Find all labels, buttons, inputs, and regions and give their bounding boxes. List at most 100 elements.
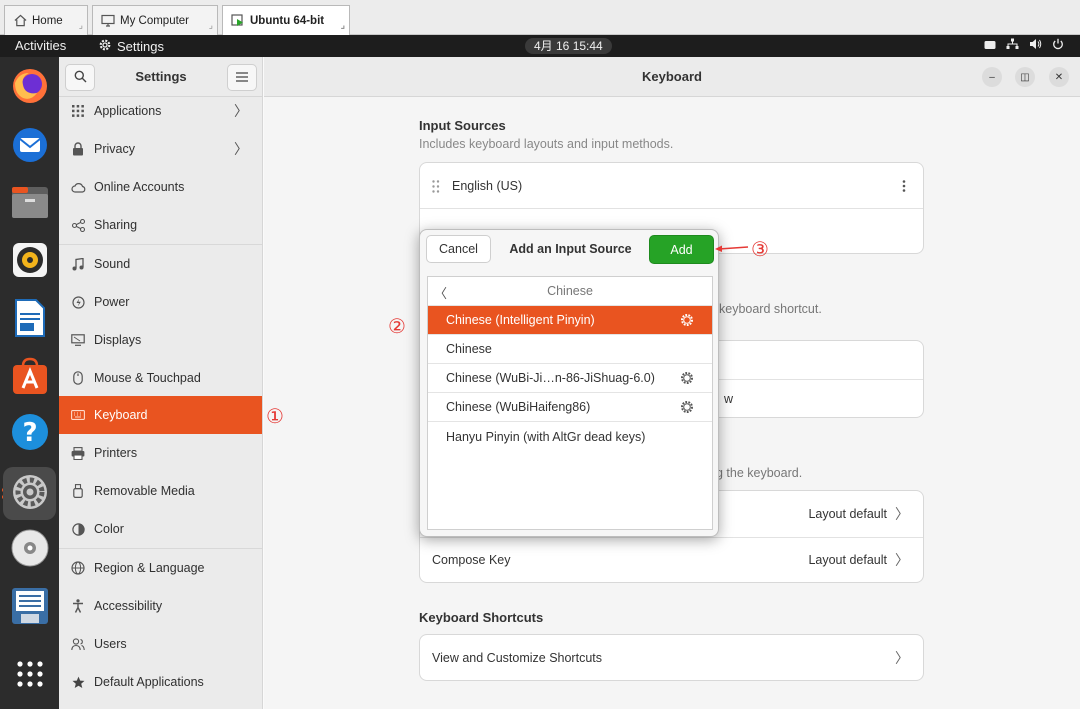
maximize-button[interactable]: ◫: [1015, 67, 1035, 87]
chevron-right-icon: 〉: [234, 103, 248, 119]
dock-help[interactable]: ?: [9, 413, 50, 454]
dock-firefox[interactable]: [9, 67, 50, 108]
add-input-source-dialog: Cancel Add an Input Source Add 〈 Chinese…: [419, 229, 719, 537]
keyboard-indicator-icon: [984, 38, 996, 53]
sidebar-item-label: Accessibility: [94, 599, 163, 613]
activities-button[interactable]: Activities: [15, 38, 66, 53]
cloud-icon: [70, 179, 86, 195]
input-sources-title: Input Sources: [419, 118, 506, 133]
cancel-button[interactable]: Cancel: [426, 235, 491, 263]
list-item[interactable]: Chinese (WuBi-Ji…n-86-JiShuag-6.0): [428, 364, 712, 393]
sidebar-item-label: Applications: [94, 104, 162, 118]
compose-key-row[interactable]: Compose Key Layout default 〉: [420, 537, 923, 583]
more-options-icon[interactable]: [902, 180, 906, 192]
firefox-icon: [11, 67, 49, 108]
sidebar-item-default-applications[interactable]: Default Applications: [59, 663, 262, 701]
gear-icon[interactable]: [680, 371, 694, 385]
list-header[interactable]: 〈 Chinese: [428, 277, 712, 306]
folder-icon: [11, 184, 49, 223]
list-item[interactable]: Chinese (Intelligent Pinyin): [428, 306, 712, 335]
minimize-icon: –: [989, 71, 995, 83]
sidebar-item-applications[interactable]: Applications 〉: [59, 92, 262, 130]
vm-tab-my-computer[interactable]: My Computer ⌟: [92, 5, 218, 35]
users-icon: [70, 636, 86, 652]
sidebar-item-label: Color: [94, 522, 124, 536]
tab-close-icon[interactable]: ⌟: [341, 20, 345, 31]
menu-button[interactable]: [227, 64, 257, 91]
sidebar-item-keyboard[interactable]: Keyboard: [59, 396, 262, 434]
sidebar-item-accessibility[interactable]: Accessibility: [59, 587, 262, 625]
sidebar-item-sharing[interactable]: Sharing: [59, 206, 262, 244]
settings-gear-icon: [10, 472, 50, 515]
dock-floppy[interactable]: [9, 587, 50, 628]
list-item[interactable]: Chinese: [428, 335, 712, 364]
dock-files[interactable]: [9, 183, 50, 224]
maximize-icon: ◫: [1020, 71, 1030, 83]
sidebar-item-region-language[interactable]: Region & Language: [59, 549, 262, 587]
power-icon: [70, 294, 86, 310]
dock-app-center[interactable]: [9, 357, 50, 398]
sidebar-item-displays[interactable]: Displays: [59, 321, 262, 359]
vm-tab-label: Ubuntu 64-bit: [250, 14, 325, 27]
sidebar-item-power[interactable]: Power: [59, 283, 262, 321]
annotation-step-2: ②: [388, 314, 406, 338]
dock-writer[interactable]: [9, 299, 50, 340]
view-shortcuts-row[interactable]: View and Customize Shortcuts 〉: [420, 635, 923, 681]
sidebar-item-label: Online Accounts: [94, 180, 185, 194]
add-button[interactable]: Add: [649, 235, 714, 264]
clock[interactable]: 4月 16 15:44: [525, 38, 612, 54]
gnome-top-bar: Activities Settings 4月 16 15:44: [0, 35, 1080, 57]
dialog-title: Add an Input Source: [509, 242, 632, 256]
sidebar-item-users[interactable]: Users: [59, 625, 262, 663]
tab-close-icon[interactable]: ⌟: [209, 20, 213, 31]
drag-handle-icon[interactable]: [432, 179, 440, 193]
sidebar-item-sound[interactable]: Sound: [59, 245, 262, 283]
dock-disc[interactable]: [9, 529, 50, 570]
help-icon: ?: [11, 413, 49, 454]
partial-view-text: w: [724, 392, 734, 406]
input-source-list: 〈 Chinese Chinese (Intelligent Pinyin) C…: [427, 276, 713, 530]
sidebar-item-label: Sound: [94, 257, 131, 271]
thunderbird-icon: [10, 124, 50, 167]
sidebar-item-label: Sharing: [94, 218, 138, 232]
share-icon: [70, 217, 86, 233]
chevron-right-icon: 〉: [234, 141, 248, 157]
settings-sidebar-header: Settings: [59, 57, 263, 97]
tab-close-icon[interactable]: ⌟: [79, 20, 83, 31]
gear-icon[interactable]: [680, 313, 694, 327]
document-icon: [14, 299, 46, 340]
back-icon[interactable]: 〈: [434, 283, 447, 302]
sidebar-item-label: Users: [94, 637, 127, 651]
keyboard-icon: [70, 407, 86, 423]
list-item[interactable]: Hanyu Pinyin (with AltGr dead keys): [428, 422, 712, 451]
minimize-button[interactable]: –: [982, 67, 1002, 87]
dock-show-apps[interactable]: [9, 655, 50, 696]
list-item[interactable]: Chinese (WuBiHaifeng86): [428, 393, 712, 422]
dock-settings[interactable]: [3, 467, 56, 520]
vm-tab-label: Home: [32, 14, 63, 27]
system-tray[interactable]: [984, 38, 1064, 53]
sidebar-item-label: Keyboard: [94, 408, 148, 422]
dock-rhythmbox[interactable]: [9, 241, 50, 282]
speaker-icon: [12, 242, 48, 281]
list-item-label: Chinese (WuBi-Ji…n-86-JiShuag-6.0): [446, 371, 655, 385]
shortcuts-card: View and Customize Shortcuts 〉: [419, 634, 924, 681]
vm-tab-home[interactable]: Home ⌟: [4, 5, 88, 35]
vm-tab-ubuntu[interactable]: Ubuntu 64-bit ⌟: [222, 5, 350, 35]
chevron-right-icon: 〉: [895, 552, 909, 568]
sidebar-item-color[interactable]: Color: [59, 510, 262, 548]
dialog-header: Cancel Add an Input Source Add: [420, 230, 718, 268]
sidebar-item-printers[interactable]: Printers: [59, 434, 262, 472]
sidebar-item-removable-media[interactable]: Removable Media: [59, 472, 262, 510]
partial-shortcut-text: keyboard shortcut.: [719, 302, 822, 316]
input-source-row[interactable]: English (US): [420, 163, 923, 209]
home-icon: [13, 14, 27, 28]
settings-sidebar: Applications 〉 Privacy 〉 Online Accounts…: [59, 97, 263, 709]
dock-thunderbird[interactable]: [9, 125, 50, 166]
sidebar-item-mouse-touchpad[interactable]: Mouse & Touchpad: [59, 359, 262, 397]
close-button[interactable]: ✕: [1049, 67, 1069, 87]
sidebar-item-online-accounts[interactable]: Online Accounts: [59, 168, 262, 206]
app-menu[interactable]: Settings: [98, 38, 164, 55]
gear-icon[interactable]: [680, 400, 694, 414]
sidebar-item-privacy[interactable]: Privacy 〉: [59, 130, 262, 168]
